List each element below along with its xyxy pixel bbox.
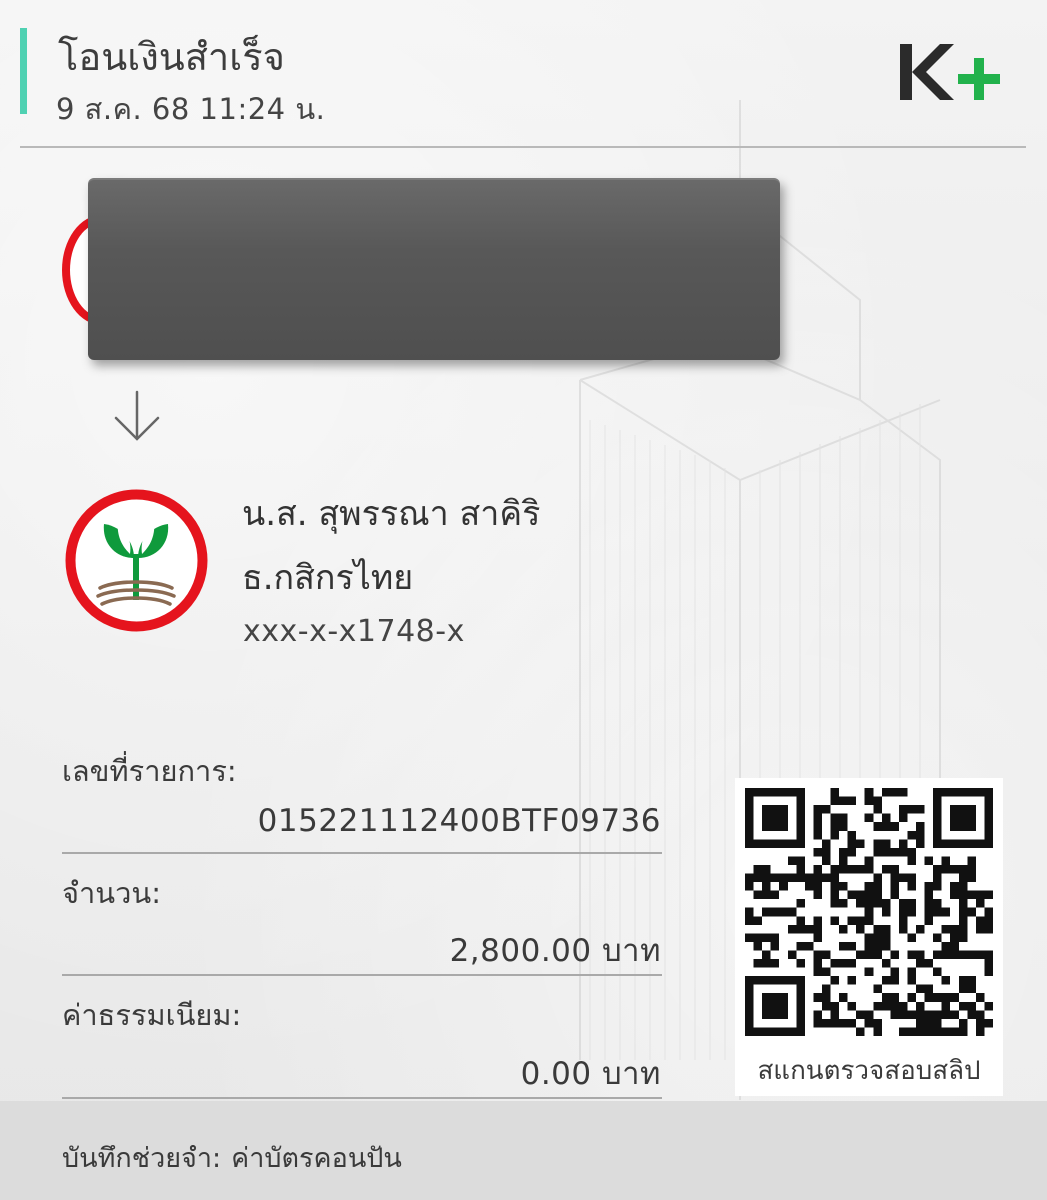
header-divider (20, 146, 1026, 148)
amount-divider (62, 974, 662, 976)
qr-code-icon (745, 788, 993, 1036)
fee-label: ค่าธรรมเนียม: (62, 998, 242, 1032)
fee-value: 0.00 บาท (520, 1056, 661, 1092)
ref-divider (62, 852, 662, 854)
receiver-account: xxx-x-x1748-x (243, 614, 465, 649)
transaction-datetime: 9 ส.ค. 68 11:24 น. (56, 92, 326, 126)
amount-value: 2,800.00 บาท (449, 933, 661, 969)
memo-label: บันทึกช่วยจำ: (62, 1143, 222, 1174)
receiver-name: น.ส. สุพรรณา สาคิริ (242, 494, 541, 534)
arrow-down-icon (114, 390, 160, 441)
qr-caption: สแกนตรวจสอบสลิป (735, 1046, 1003, 1096)
sender-redaction-block (88, 178, 780, 360)
kbank-logo-icon (65, 489, 208, 632)
header-accent-bar (20, 28, 27, 114)
ref-value: 015221112400BTF09736 (257, 803, 661, 839)
fee-divider (62, 1097, 662, 1099)
memo-line: บันทึกช่วยจำ: ค่าบัตรคอนปัน (62, 1136, 412, 1179)
page-title: โอนเงินสำเร็จ (58, 35, 285, 79)
kplus-logo (900, 44, 1000, 100)
verification-qr-code[interactable] (735, 778, 1003, 1046)
memo-value: ค่าบัตรคอนปัน (231, 1143, 402, 1174)
ref-label: เลขที่รายการ: (62, 754, 237, 788)
amount-label: จำนวน: (62, 876, 161, 910)
receiver-bank: ธ.กสิกรไทย (242, 558, 414, 598)
